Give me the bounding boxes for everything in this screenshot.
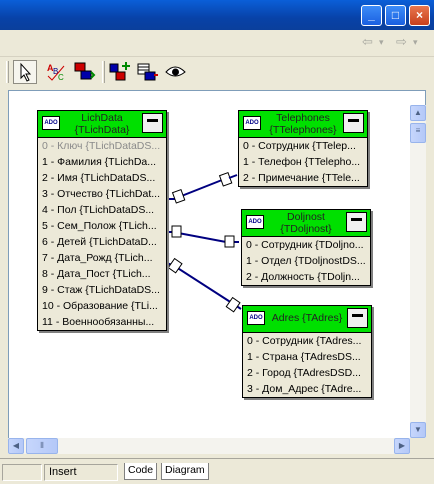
horizontal-scrollbar[interactable]: ◀ ⦀ ▶ [8, 438, 410, 454]
link-connector[interactable] [171, 188, 186, 204]
field-row[interactable]: 2 - Имя {TLichDataDS... [38, 170, 166, 186]
entity-header[interactable]: ADO Doljnost {TDoljnost} [242, 210, 370, 237]
vertical-scroll-thumb[interactable]: ≡ [410, 123, 426, 143]
field-row[interactable]: 8 - Дата_Пост {TLich... [38, 266, 166, 282]
entity-class: {TDoljnost} [280, 223, 332, 235]
scroll-up-icon[interactable]: ▲ [410, 105, 426, 121]
maximize-button[interactable]: □ [385, 5, 406, 26]
dataset-icon: ADO [247, 311, 265, 325]
diagram-toolbar: ABC [0, 57, 434, 89]
dataset-icon: ADO [42, 116, 60, 130]
field-row[interactable]: 7 - Дата_Рожд {TLich... [38, 250, 166, 266]
field-row[interactable]: 4 - Пол {TLichDataDS... [38, 202, 166, 218]
field-row[interactable]: 2 - Город {TAdresDSD... [243, 365, 371, 381]
entity-name: LichData [81, 112, 123, 124]
entity-lichdata[interactable]: ADO LichData {TLichData} 0 - Ключ {TLichD… [37, 110, 167, 331]
property-icon[interactable]: ABC [44, 60, 68, 84]
minimize-button[interactable]: _ [361, 5, 382, 26]
scroll-down-icon[interactable]: ▼ [410, 422, 426, 438]
entity-header[interactable]: ADO Telephones {TTelephones} [239, 111, 367, 138]
entity-doljnost[interactable]: ADO Doljnost {TDoljnost} 0 - Сотрудник {T… [241, 209, 371, 286]
entity-header[interactable]: ADO LichData {TLichData} [38, 111, 166, 138]
add-entity-icon[interactable] [108, 60, 132, 84]
title-bar: _ □ × [0, 0, 434, 30]
dataset-icon: ADO [243, 116, 261, 130]
link-connector[interactable] [218, 171, 233, 187]
forward-dropdown-icon[interactable]: ▾ [413, 37, 418, 48]
back-dropdown-icon[interactable]: ▾ [379, 37, 384, 48]
forward-arrow-icon[interactable]: ⇨ [396, 34, 407, 50]
entity-name: Doljnost [287, 211, 325, 223]
field-row[interactable]: 0 - Сотрудник {TAdres... [243, 333, 371, 349]
entity-telephones[interactable]: ADO Telephones {TTelephones} 0 - Сотрудни… [238, 110, 368, 187]
scroll-left-icon[interactable]: ◀ [8, 438, 24, 454]
horizontal-scroll-thumb[interactable]: ⦀ [26, 438, 58, 454]
entity-class: {TLichData} [74, 124, 130, 136]
field-row[interactable]: 1 - Фамилия {TLichDa... [38, 154, 166, 170]
collapse-button[interactable] [142, 113, 163, 133]
entity-name: Telephones [276, 112, 330, 124]
link-connector[interactable] [171, 225, 182, 238]
table-icon[interactable] [136, 60, 160, 84]
collapse-button[interactable] [347, 308, 368, 328]
field-row[interactable]: 0 - Ключ {TLichDataDS... [38, 138, 166, 154]
link-connector[interactable] [224, 235, 235, 248]
view-eye-icon[interactable] [164, 60, 188, 84]
tab-code[interactable]: Code [124, 463, 158, 480]
tab-diagram[interactable]: Diagram [161, 463, 209, 480]
scrollbar-corner [410, 438, 426, 454]
field-row[interactable]: 0 - Сотрудник {TTelep... [239, 138, 367, 154]
field-row[interactable]: 3 - Отчество {TLichDat... [38, 186, 166, 202]
entity-class: {TTelephones} [269, 124, 337, 136]
field-row[interactable]: 2 - Примечание {TTele... [239, 170, 367, 186]
collapse-button[interactable] [346, 212, 367, 232]
link-icon[interactable] [72, 60, 96, 84]
link-connector[interactable] [167, 257, 183, 274]
close-button[interactable]: × [409, 5, 430, 26]
vertical-scrollbar[interactable]: ▲ ≡ ▼ [410, 105, 426, 438]
svg-text:C: C [58, 73, 64, 82]
field-row[interactable]: 9 - Стаж {TLichDataDS... [38, 282, 166, 298]
entity-header[interactable]: ADO Adres {TAdres} [243, 306, 371, 333]
toolbar-separator [102, 61, 105, 83]
scroll-right-icon[interactable]: ▶ [394, 438, 410, 454]
diagram-canvas[interactable]: ADO LichData {TLichData} 0 - Ключ {TLichD… [8, 90, 426, 452]
navigation-bar: ⇦ ▾ ⇨ ▾ [0, 30, 434, 57]
toolbar-grip[interactable] [6, 61, 9, 83]
field-row[interactable]: 1 - Отдел {TDoljnostDS... [242, 253, 370, 269]
field-row[interactable]: 6 - Детей {TLichDataD... [38, 234, 166, 250]
collapse-button[interactable] [343, 113, 364, 133]
status-mode: Insert [44, 464, 118, 481]
select-pointer-icon[interactable] [13, 60, 37, 84]
entity-name: Adres {TAdres} [271, 312, 343, 324]
field-row[interactable]: 1 - Страна {TAdresDS... [243, 349, 371, 365]
entity-adres[interactable]: ADO Adres {TAdres} 0 - Сотрудник {TAdres… [242, 305, 372, 398]
field-row[interactable]: 10 - Образование {TLi... [38, 298, 166, 314]
dataset-icon: ADO [246, 215, 264, 229]
field-row[interactable]: 3 - Дом_Адрес {TAdre... [243, 381, 371, 397]
field-row[interactable]: 5 - Сем_Полож {TLich... [38, 218, 166, 234]
field-row[interactable]: 1 - Телефон {TTelepho... [239, 154, 367, 170]
back-arrow-icon[interactable]: ⇦ [362, 34, 373, 50]
status-position [2, 464, 42, 481]
status-bar: Insert Code Diagram [0, 458, 434, 484]
field-row[interactable]: 2 - Должность {TDoljn... [242, 269, 370, 285]
field-row[interactable]: 0 - Сотрудник {TDoljno... [242, 237, 370, 253]
field-row[interactable]: 11 - Военнообязанны... [38, 314, 166, 330]
